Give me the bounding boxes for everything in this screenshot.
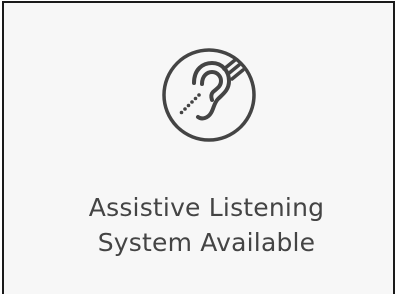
page: Assistive Listening System Available	[0, 0, 409, 294]
sign-caption: Assistive Listening System Available	[0, 190, 409, 260]
caption-line-1: Assistive Listening	[88, 193, 325, 222]
caption-line-2: System Available	[97, 228, 316, 257]
assistive-listening-ear-icon	[161, 47, 257, 143]
